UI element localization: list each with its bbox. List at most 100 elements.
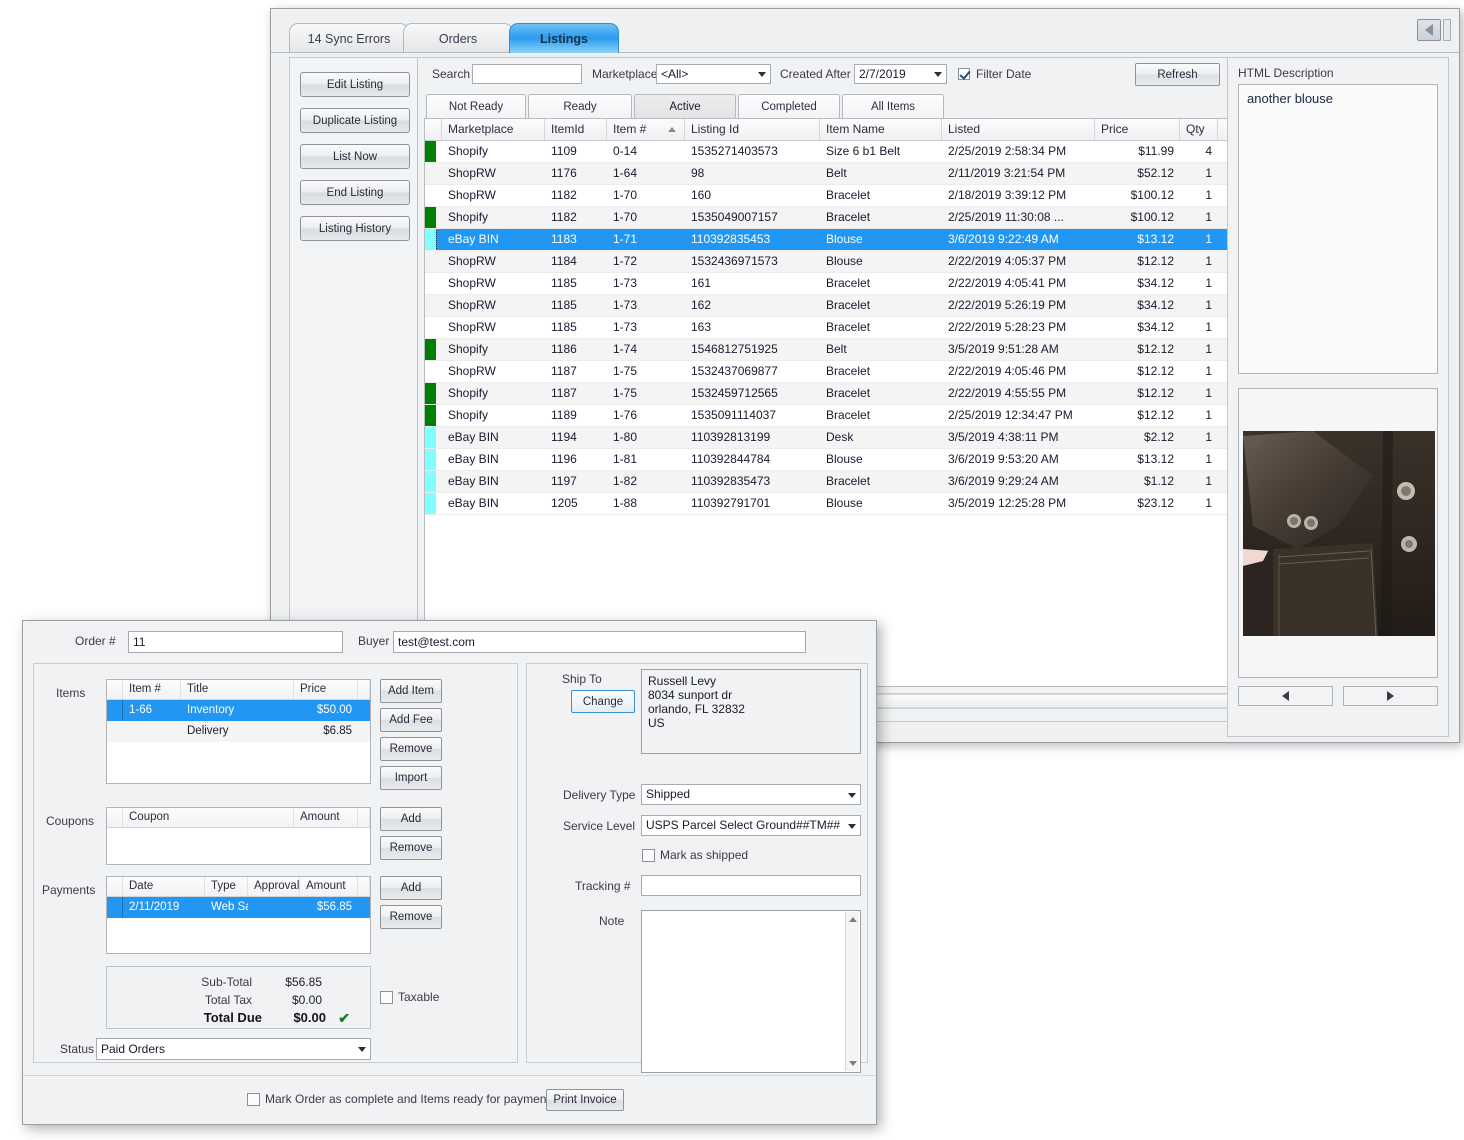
cell-itemname: Bracelet — [826, 298, 871, 312]
edit-listing-button[interactable]: Edit Listing — [300, 72, 410, 97]
tab-listings-label: Listings — [540, 31, 588, 46]
col-price[interactable]: Price — [1095, 119, 1180, 140]
col-status[interactable] — [425, 119, 442, 140]
col-item-name[interactable]: Item Name — [820, 119, 942, 140]
cell-itemname: Blouse — [826, 232, 863, 246]
chevron-up-icon[interactable] — [849, 917, 857, 922]
cell-marketplace: Shopify — [448, 342, 489, 356]
col-qty[interactable]: Qty — [1180, 119, 1218, 140]
panel-splitter[interactable] — [1443, 19, 1451, 41]
html-description-textarea[interactable]: another blouse — [1238, 84, 1438, 374]
payments-col-approval[interactable]: Approval — [248, 877, 300, 896]
payments-grid-body[interactable]: 2/11/2019 Web Sale $56.85 — [107, 897, 370, 918]
add-coupon-button[interactable]: Add — [380, 807, 442, 831]
tab-sync-errors[interactable]: 14 Sync Errors — [289, 23, 409, 53]
subtab-not-ready[interactable]: Not Ready — [426, 94, 526, 118]
listing-history-button[interactable]: Listing History — [300, 216, 410, 241]
end-listing-button[interactable]: End Listing — [300, 180, 410, 205]
list-now-button[interactable]: List Now — [300, 144, 410, 169]
cell-listed: 2/18/2019 3:39:12 PM — [948, 188, 1067, 202]
filter-date-checkbox[interactable] — [958, 68, 970, 80]
items-col-title[interactable]: Title — [181, 680, 294, 699]
items-row-pick[interactable] — [107, 700, 123, 721]
cell-itemname: Belt — [826, 166, 847, 180]
remove-coupon-button[interactable]: Remove — [380, 836, 442, 860]
cell-listed: 3/6/2019 9:29:24 AM — [948, 474, 1059, 488]
coupons-grid[interactable]: Coupon Amount — [106, 807, 371, 865]
search-input[interactable] — [472, 64, 582, 84]
chevron-down-icon — [758, 72, 766, 77]
order-number-input[interactable] — [128, 631, 343, 653]
note-scrollbar[interactable] — [845, 912, 859, 1071]
row-status-swatch — [425, 273, 442, 294]
tab-listings[interactable]: Listings — [509, 23, 619, 53]
payments-col-type[interactable]: Type — [205, 877, 248, 896]
add-payment-button[interactable]: Add — [380, 876, 442, 900]
col-itemid[interactable]: ItemId — [545, 119, 607, 140]
items-grid-body[interactable]: 1-66 Inventory $50.00 Delivery $6.85 — [107, 700, 370, 742]
chevron-down-icon[interactable] — [849, 1061, 857, 1066]
mark-as-shipped-checkbox[interactable] — [642, 849, 655, 862]
subtab-completed[interactable]: Completed — [738, 94, 840, 118]
note-textarea[interactable] — [641, 910, 861, 1073]
remove-item-button[interactable]: Remove — [380, 737, 442, 761]
service-level-select[interactable]: USPS Parcel Select Ground##TM## — [641, 815, 861, 836]
subtab-all-items[interactable]: All Items — [842, 94, 944, 118]
tracking-number-input[interactable] — [641, 875, 861, 896]
payments-col-amount[interactable]: Amount — [300, 877, 358, 896]
delivery-type-select[interactable]: Shipped — [641, 784, 861, 805]
items-row[interactable]: 1-66 Inventory $50.00 — [107, 700, 370, 721]
remove-payment-button[interactable]: Remove — [380, 905, 442, 929]
payments-row-pick[interactable] — [107, 897, 123, 918]
duplicate-listing-button[interactable]: Duplicate Listing — [300, 108, 410, 133]
collapse-panel-button[interactable] — [1417, 19, 1441, 41]
print-invoice-button[interactable]: Print Invoice — [546, 1089, 624, 1111]
cell-marketplace: ShopRW — [448, 320, 496, 334]
payments-row[interactable]: 2/11/2019 Web Sale $56.85 — [107, 897, 370, 918]
items-row-pick[interactable] — [107, 721, 123, 742]
items-col-price[interactable]: Price — [294, 680, 358, 699]
cell-itemid: 1183 — [551, 232, 577, 246]
cell-marketplace: ShopRW — [448, 254, 496, 268]
col-listing-id[interactable]: Listing Id — [685, 119, 820, 140]
payments-col-date[interactable]: Date — [123, 877, 205, 896]
order-status-select[interactable]: Paid Orders — [96, 1038, 371, 1060]
cell-itemname: Bracelet — [826, 364, 871, 378]
change-address-button[interactable]: Change — [571, 690, 635, 713]
cell-itemnum: 0-14 — [613, 144, 638, 158]
subtab-active[interactable]: Active — [634, 94, 736, 118]
html-description-panel: HTML Description another blouse — [1227, 57, 1449, 737]
cell-itemname: Bracelet — [826, 386, 871, 400]
refresh-button[interactable]: Refresh — [1135, 63, 1220, 86]
payments-grid[interactable]: Date Type Approval Amount 2/11/2019 Web S… — [106, 876, 371, 954]
col-listed[interactable]: Listed — [942, 119, 1095, 140]
tab-orders[interactable]: Orders — [403, 23, 513, 53]
col-marketplace[interactable]: Marketplace — [442, 119, 545, 140]
chevron-down-icon — [848, 823, 856, 829]
cell-price: $2.12 — [1143, 430, 1174, 444]
coupons-col-amount[interactable]: Amount — [294, 808, 358, 827]
previous-image-button[interactable] — [1238, 686, 1333, 706]
coupons-col-coupon[interactable]: Coupon — [123, 808, 294, 827]
items-grid[interactable]: Item # Title Price 1-66 Inventory $50.00 De… — [106, 679, 371, 784]
items-col-itemnum[interactable]: Item # — [123, 680, 181, 699]
cell-itemid: 1185 — [551, 298, 577, 312]
items-row[interactable]: Delivery $6.85 — [107, 721, 370, 742]
created-after-datepicker[interactable]: 2/7/2019 — [854, 64, 947, 84]
col-item-number[interactable]: Item # — [607, 119, 685, 140]
add-fee-button[interactable]: Add Fee — [380, 708, 442, 732]
ship-to-address[interactable]: Russell Levy 8034 sunport dr orlando, FL… — [641, 669, 861, 754]
subtab-ready[interactable]: Ready — [528, 94, 632, 118]
cell-itemnum: 1-72 — [613, 254, 638, 268]
marketplace-select[interactable]: <All> — [656, 64, 771, 84]
buyer-input[interactable] — [393, 631, 806, 653]
cell-qty: 1 — [1205, 408, 1212, 422]
buyer-label: Buyer — [358, 634, 390, 648]
add-item-button[interactable]: Add Item — [380, 679, 442, 703]
taxable-checkbox[interactable] — [380, 991, 393, 1004]
order-number-label: Order # — [75, 634, 116, 648]
mark-order-complete-checkbox[interactable] — [247, 1093, 260, 1106]
cell-itemnum: 1-88 — [613, 496, 638, 510]
next-image-button[interactable] — [1343, 686, 1438, 706]
import-items-button[interactable]: Import — [380, 766, 442, 790]
